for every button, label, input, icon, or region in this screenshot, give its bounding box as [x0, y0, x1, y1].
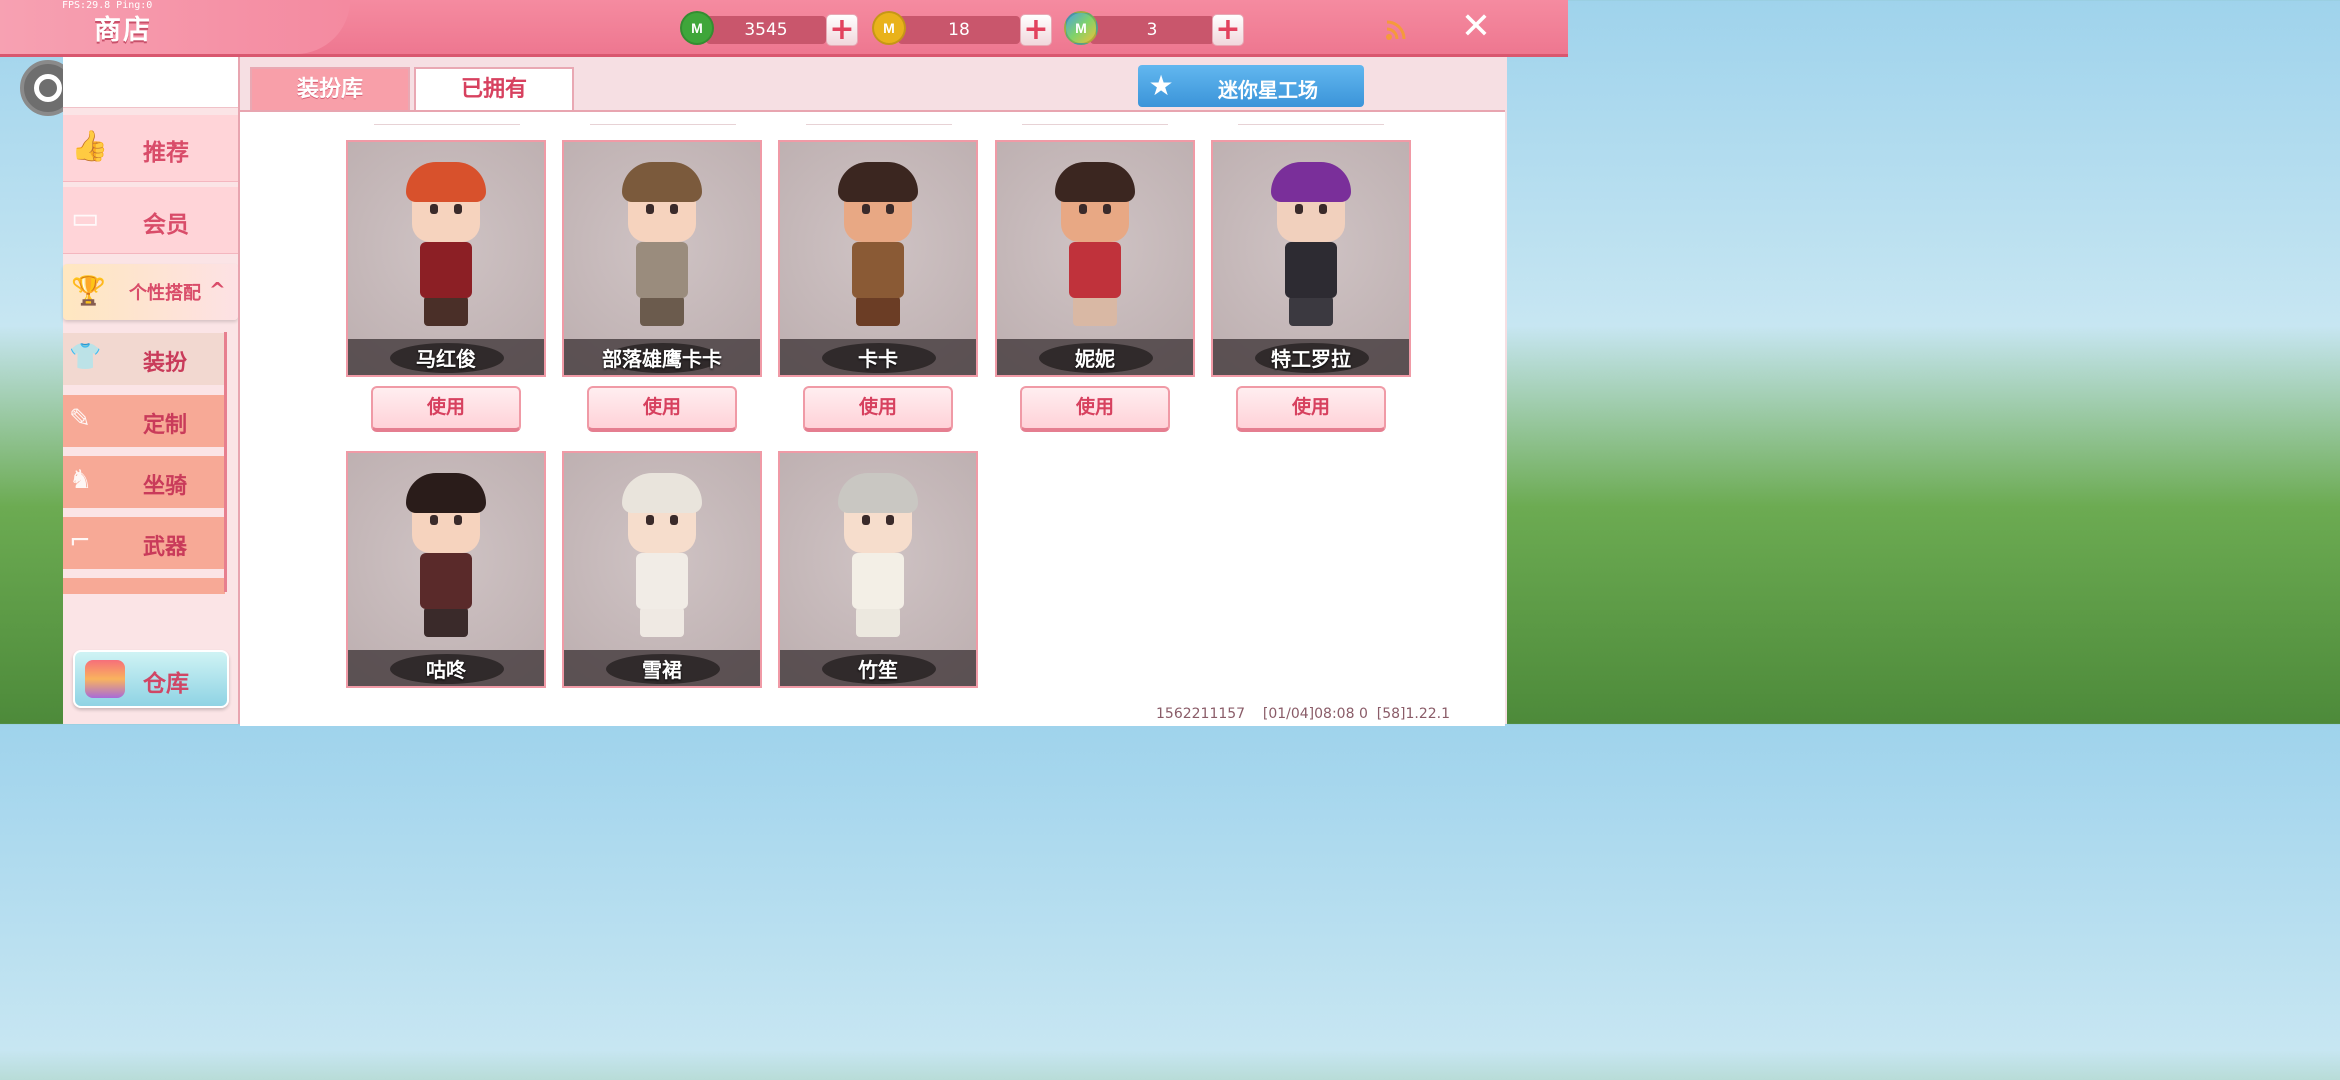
- skin-name: 竹笙: [858, 658, 898, 682]
- character-preview: [614, 471, 710, 641]
- add-currency-3-button[interactable]: +: [1212, 14, 1244, 46]
- trophy-icon: 🏆: [71, 274, 106, 307]
- subnav-item-label: 坐骑: [143, 474, 188, 499]
- skin-card[interactable]: 特工罗拉: [1211, 140, 1411, 377]
- build-info: 1562211157 [01/04]08:08 0 [58]1.22.1: [1156, 706, 1451, 722]
- sidebar-item-personalize[interactable]: 🏆 个性搭配 ^: [63, 264, 238, 320]
- currency-value-1: 3545: [706, 16, 826, 44]
- divider: [374, 124, 520, 125]
- thumbs-up-icon: 👍: [71, 129, 109, 164]
- skin-card[interactable]: 马红俊: [346, 140, 546, 377]
- sidebar-item-recommend[interactable]: 👍 推荐: [63, 115, 238, 182]
- sidebar-item-label: 推荐: [143, 140, 189, 166]
- skin-name: 雪裙: [642, 658, 682, 682]
- subnav-item-mount[interactable]: ♞ 坐骑: [63, 456, 225, 511]
- saddle-icon: ♞: [69, 465, 93, 495]
- skin-card[interactable]: 竹笙: [778, 451, 978, 688]
- subnav-item-label: 武器: [143, 535, 188, 560]
- subnav-item-label: 定制: [143, 413, 188, 438]
- use-skin-button[interactable]: 使用: [587, 386, 737, 432]
- sidebar-item-member[interactable]: ▭ 会员: [63, 187, 238, 254]
- skin-name: 特工罗拉: [1271, 347, 1351, 371]
- skin-card[interactable]: 咕咚: [346, 451, 546, 688]
- divider: [1022, 124, 1168, 125]
- subnav-item-label: 装扮: [143, 351, 188, 376]
- skin-name: 咕咚: [426, 658, 466, 682]
- character-preview: [398, 160, 494, 330]
- skin-name: 妮妮: [1075, 347, 1115, 371]
- sidebar-item-label: 会员: [143, 212, 189, 238]
- character-preview: [614, 160, 710, 330]
- use-skin-button[interactable]: 使用: [803, 386, 953, 432]
- tab-wardrobe[interactable]: 装扮库: [250, 67, 410, 113]
- sidebar-header: [63, 57, 240, 108]
- star-icon: ★: [1148, 69, 1174, 102]
- warehouse-button[interactable]: 仓库: [73, 650, 229, 708]
- shirt-icon: 👕: [69, 342, 102, 372]
- subnav-item-partial[interactable]: [63, 578, 225, 597]
- mini-workshop-label: 迷你星工场: [1218, 78, 1318, 102]
- subnav-item-weapon[interactable]: ⌐ 武器: [63, 517, 225, 572]
- subnav-item-custom[interactable]: ✎ 定制: [63, 395, 225, 450]
- skin-name: 部落雄鹰卡卡: [602, 347, 722, 371]
- currency-value-3: 3: [1090, 16, 1214, 44]
- use-skin-button[interactable]: 使用: [1236, 386, 1386, 432]
- character-preview: [830, 160, 926, 330]
- use-skin-button[interactable]: 使用: [1020, 386, 1170, 432]
- skin-card[interactable]: 部落雄鹰卡卡: [562, 140, 762, 377]
- skin-card[interactable]: 妮妮: [995, 140, 1195, 377]
- subnav-item-outfit[interactable]: 👕 装扮: [63, 333, 225, 388]
- skin-name: 马红俊: [416, 347, 476, 371]
- gun-icon: ⌐: [69, 526, 91, 556]
- skin-card[interactable]: 雪裙: [562, 451, 762, 688]
- top-bar-decoration: [0, 0, 350, 54]
- rainbow-coin-icon: M: [1064, 11, 1098, 45]
- character-preview: [1263, 160, 1359, 330]
- currency-value-2: 18: [898, 16, 1020, 44]
- page-title: 商店: [94, 15, 152, 46]
- chevron-up-icon: ^: [209, 278, 226, 302]
- add-currency-2-button[interactable]: +: [1020, 14, 1052, 46]
- skin-card[interactable]: 卡卡: [778, 140, 978, 377]
- tab-strip: 装扮库 已拥有 ★ 迷你星工场: [240, 57, 1507, 113]
- subnav-scrollbar[interactable]: [224, 332, 227, 592]
- green-gem-coin-icon: M: [680, 11, 714, 45]
- character-preview: [830, 471, 926, 641]
- sidebar: 👍 推荐 ▭ 会员 🏆 个性搭配 ^ 👕 装扮 ✎ 定制 ♞ 坐骑 ⌐ 武器 仓…: [63, 57, 240, 724]
- character-preview: [1047, 160, 1143, 330]
- member-card-icon: ▭: [71, 201, 100, 236]
- warehouse-label: 仓库: [143, 671, 189, 697]
- divider: [806, 124, 952, 125]
- brush-icon: ✎: [69, 404, 91, 434]
- gold-coin-icon: M: [872, 11, 906, 45]
- divider: [590, 124, 736, 125]
- close-button[interactable]: ✕: [1458, 9, 1494, 45]
- tab-owned[interactable]: 已拥有: [414, 67, 574, 113]
- use-skin-button[interactable]: 使用: [371, 386, 521, 432]
- top-bar: FPS:29.8 Ping:0 商店 3545 M + 18 M + 3 M +…: [0, 0, 1568, 57]
- signal-icon: [1384, 18, 1408, 42]
- mini-workshop-button[interactable]: ★ 迷你星工场: [1138, 65, 1364, 107]
- chest-icon: [85, 660, 125, 698]
- add-currency-1-button[interactable]: +: [826, 14, 858, 46]
- sidebar-item-label: 个性搭配: [129, 283, 201, 304]
- skin-name: 卡卡: [858, 347, 898, 371]
- character-preview: [398, 471, 494, 641]
- divider: [1238, 124, 1384, 125]
